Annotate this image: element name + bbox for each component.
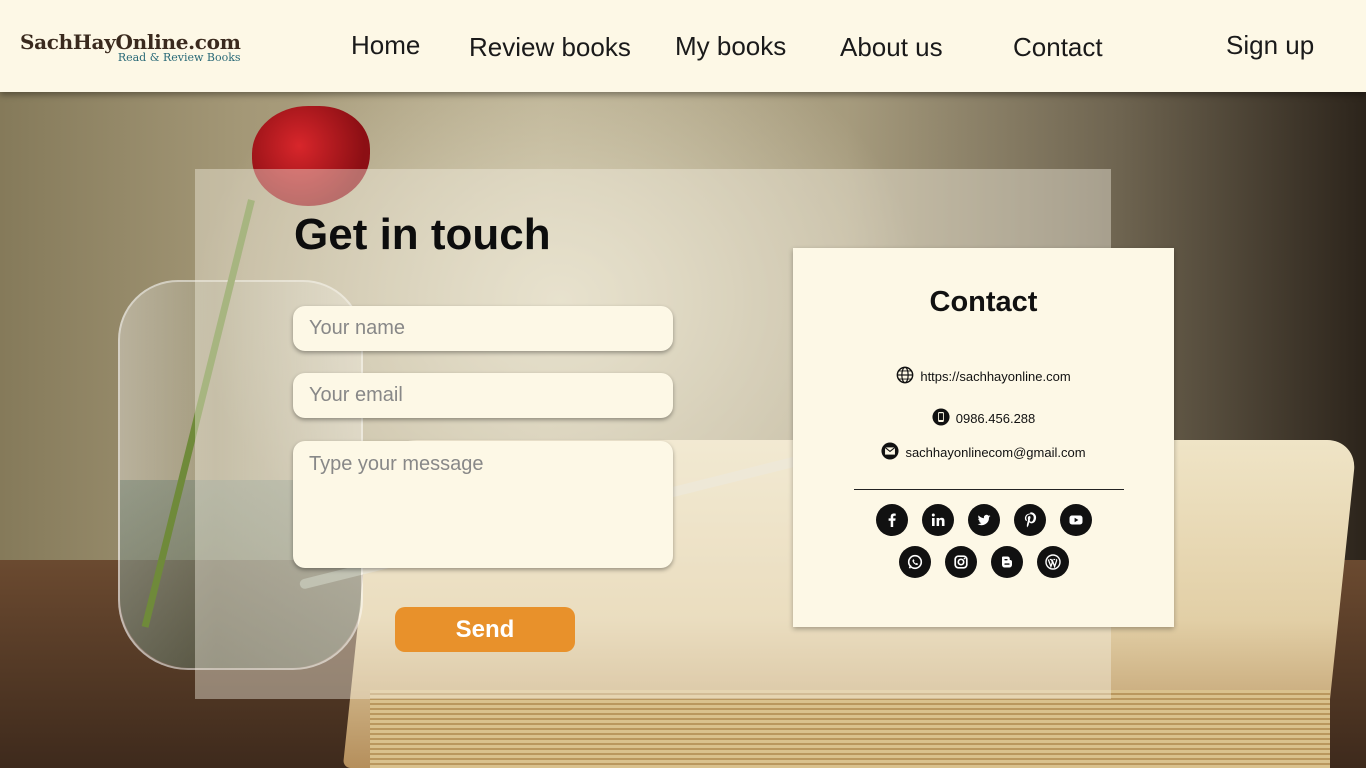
youtube-icon[interactable] bbox=[1059, 504, 1092, 536]
signup-link[interactable]: Sign up bbox=[1226, 30, 1314, 61]
nav-item-about-us[interactable]: About us bbox=[840, 32, 943, 63]
instagram-icon[interactable] bbox=[944, 546, 977, 578]
nav-item-home[interactable]: Home bbox=[351, 30, 420, 61]
mail-icon bbox=[881, 442, 899, 463]
wordpress-icon[interactable] bbox=[1036, 546, 1069, 578]
email-row: sachhayonlinecom@gmail.com bbox=[793, 442, 1174, 463]
email-link[interactable]: sachhayonlinecom@gmail.com bbox=[905, 445, 1085, 460]
facebook-icon[interactable] bbox=[875, 504, 908, 536]
social-row-2 bbox=[793, 546, 1174, 578]
page-title: Get in touch bbox=[294, 210, 551, 259]
site-header: SachHayOnline.com Read & Review Books Ho… bbox=[0, 0, 1366, 92]
social-row-1 bbox=[793, 504, 1174, 536]
phone-number: 0986.456.288 bbox=[955, 411, 1036, 426]
nav-item-review-books[interactable]: Review books bbox=[469, 32, 631, 63]
website-row: https://sachhayonline.com bbox=[793, 366, 1174, 387]
background-book-pages bbox=[370, 690, 1330, 768]
website-link[interactable]: https://sachhayonline.com bbox=[920, 369, 1070, 384]
email-field[interactable] bbox=[293, 373, 673, 418]
name-field[interactable] bbox=[293, 306, 673, 351]
phone-icon bbox=[932, 408, 950, 429]
contact-card-title: Contact bbox=[929, 286, 1038, 318]
contact-divider bbox=[854, 489, 1124, 490]
send-button[interactable]: Send bbox=[395, 607, 575, 652]
globe-icon bbox=[896, 366, 914, 387]
nav-item-contact[interactable]: Contact bbox=[1013, 32, 1103, 63]
whatsapp-icon[interactable] bbox=[898, 546, 931, 578]
pinterest-icon[interactable] bbox=[1013, 504, 1046, 536]
linkedin-icon[interactable] bbox=[921, 504, 954, 536]
message-field[interactable] bbox=[293, 441, 673, 568]
phone-row: 0986.456.288 bbox=[793, 408, 1174, 429]
blogger-icon[interactable] bbox=[990, 546, 1023, 578]
nav-item-my-books[interactable]: My books bbox=[675, 31, 786, 62]
contact-card: Contact https://sachhayonline.com 0986.4… bbox=[793, 248, 1174, 627]
twitter-icon[interactable] bbox=[967, 504, 1000, 536]
site-logo[interactable]: SachHayOnline.com Read & Review Books bbox=[20, 30, 241, 64]
